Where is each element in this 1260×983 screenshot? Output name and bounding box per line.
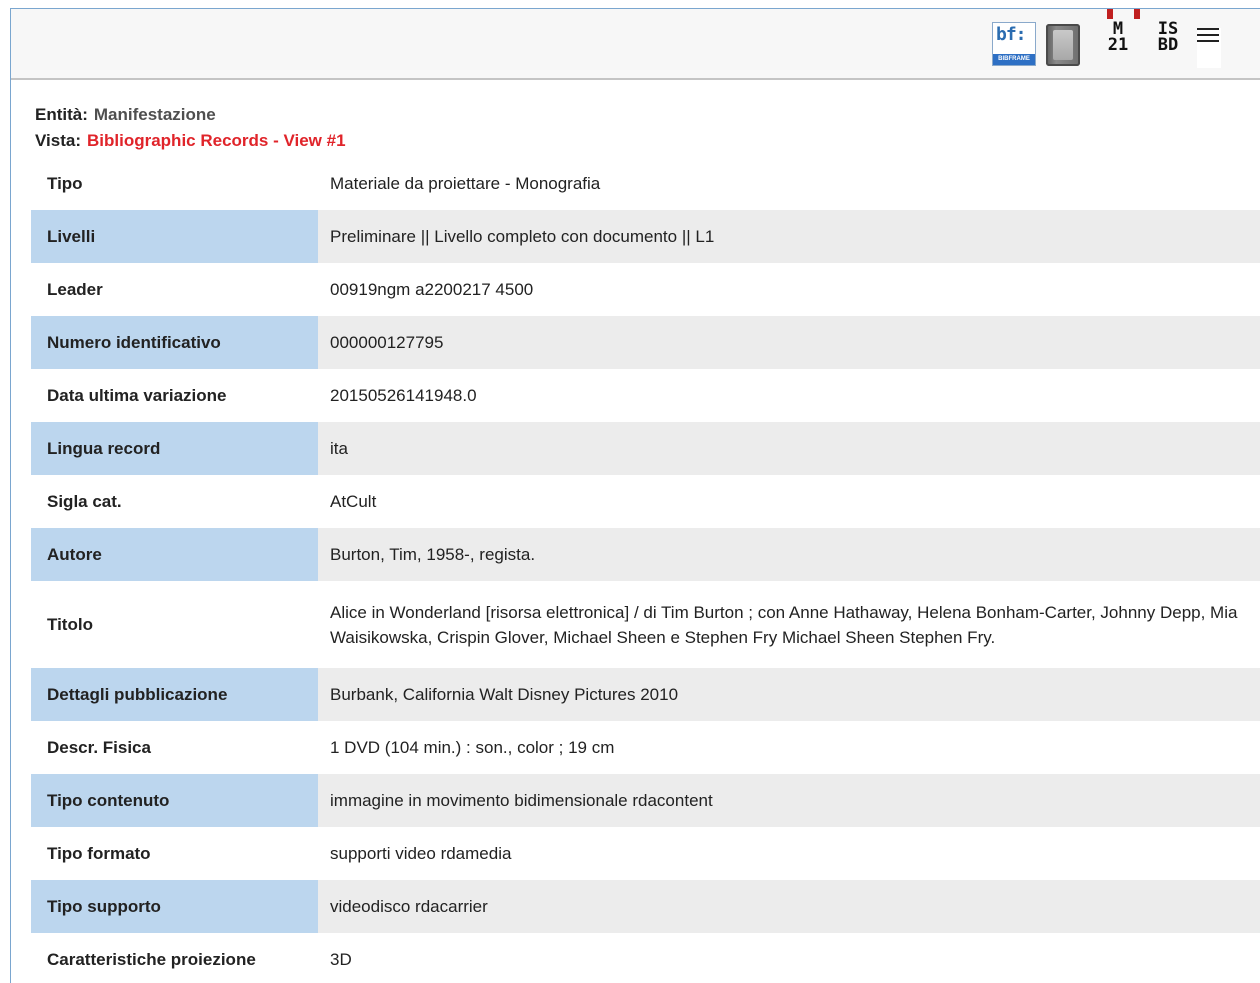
record-field-label: Autore	[31, 528, 318, 581]
record-row: Lingua record ita	[31, 422, 1260, 475]
record-row: Descr. Fisica 1 DVD (104 min.) : son., co…	[31, 721, 1260, 774]
bibframe-icon-band: BIBFRAME	[993, 54, 1035, 65]
record-field-label: Descr. Fisica	[31, 721, 318, 774]
record-row: Tipo Materiale da proiettare - Monografia	[31, 157, 1260, 210]
record-table: Tipo Materiale da proiettare - Monografia…	[31, 157, 1260, 983]
toolbar: bf: BIBFRAME M 21 IS BD	[11, 9, 1260, 80]
record-field-value: 1 DVD (104 min.) : son., color ; 19 cm	[318, 721, 1260, 774]
red-marker	[1107, 9, 1113, 19]
red-marker	[1134, 9, 1140, 19]
book-icon-pages	[1053, 30, 1073, 60]
entity-label: Entità:	[35, 105, 88, 124]
record-field-value: ita	[318, 422, 1260, 475]
marc21-icon[interactable]: M 21	[1101, 21, 1135, 55]
record-row: Leader 00919ngm a2200217 4500	[31, 263, 1260, 316]
record-row: Livelli Preliminare || Livello completo c…	[31, 210, 1260, 263]
record-field-label: Tipo contenuto	[31, 774, 318, 827]
marc21-icon-line2: 21	[1107, 35, 1129, 55]
record-row: Dettagli pubblicazione Burbank, Californi…	[31, 668, 1260, 721]
record-field-value: videodisco rdacarrier	[318, 880, 1260, 933]
list-icon-bar	[1197, 34, 1219, 36]
list-icon-bar	[1197, 28, 1219, 30]
record-field-value: supporti video rdamedia	[318, 827, 1260, 880]
view-value[interactable]: Bibliographic Records - View #1	[87, 131, 346, 150]
record-row: Autore Burton, Tim, 1958-, regista.	[31, 528, 1260, 581]
record-field-label: Tipo formato	[31, 827, 318, 880]
record-row: Titolo Alice in Wonderland [risorsa elett…	[31, 581, 1260, 668]
entity-line: Entità: Manifestazione	[35, 105, 216, 125]
record-field-value: Preliminare || Livello completo con docu…	[318, 210, 1260, 263]
isbd-icon[interactable]: IS BD	[1151, 21, 1185, 55]
record-field-value: Materiale da proiettare - Monografia	[318, 157, 1260, 210]
record-row: Data ultima variazione 20150526141948.0	[31, 369, 1260, 422]
record-row: Caratteristiche proiezione 3D	[31, 933, 1260, 983]
record-row: Tipo formato supporti video rdamedia	[31, 827, 1260, 880]
record-field-label: Livelli	[31, 210, 318, 263]
record-field-value: Alice in Wonderland [risorsa elettronica…	[318, 581, 1260, 668]
entity-value: Manifestazione	[93, 105, 216, 124]
bibframe-icon[interactable]: bf: BIBFRAME	[992, 22, 1036, 66]
record-field-value: 20150526141948.0	[318, 369, 1260, 422]
record-field-label: Lingua record	[31, 422, 318, 475]
record-field-label: Data ultima variazione	[31, 369, 318, 422]
record-field-label: Tipo	[31, 157, 318, 210]
record-field-label: Leader	[31, 263, 318, 316]
record-field-value: Burton, Tim, 1958-, regista.	[318, 528, 1260, 581]
record-field-value: immagine in movimento bidimensionale rda…	[318, 774, 1260, 827]
list-icon-bar	[1197, 40, 1219, 42]
record-row: Sigla cat. AtCult	[31, 475, 1260, 528]
view-line: Vista: Bibliographic Records - View #1	[35, 131, 346, 151]
record-field-value: 3D	[318, 933, 1260, 983]
record-field-value: Burbank, California Walt Disney Pictures…	[318, 668, 1260, 721]
record-field-value: 00919ngm a2200217 4500	[318, 263, 1260, 316]
view-label: Vista:	[35, 131, 81, 150]
isbd-icon-line2: BD	[1157, 35, 1179, 55]
record-panel: bf: BIBFRAME M 21 IS BD Entità: Manifesta…	[10, 8, 1260, 983]
book-icon[interactable]	[1046, 24, 1080, 66]
record-row: Numero identificativo 000000127795	[31, 316, 1260, 369]
record-field-label: Tipo supporto	[31, 880, 318, 933]
record-field-value: AtCult	[318, 475, 1260, 528]
record-table-body: Tipo Materiale da proiettare - Monografia…	[31, 157, 1260, 983]
record-row: Tipo contenuto immagine in movimento bidi…	[31, 774, 1260, 827]
list-icon[interactable]	[1197, 28, 1221, 68]
record-field-label: Numero identificativo	[31, 316, 318, 369]
bibframe-icon-text: bf:	[996, 24, 1026, 45]
record-field-label: Dettagli pubblicazione	[31, 668, 318, 721]
record-field-label: Titolo	[31, 581, 318, 668]
record-row: Tipo supporto videodisco rdacarrier	[31, 880, 1260, 933]
record-field-label: Sigla cat.	[31, 475, 318, 528]
record-field-label: Caratteristiche proiezione	[31, 933, 318, 983]
record-field-value: 000000127795	[318, 316, 1260, 369]
